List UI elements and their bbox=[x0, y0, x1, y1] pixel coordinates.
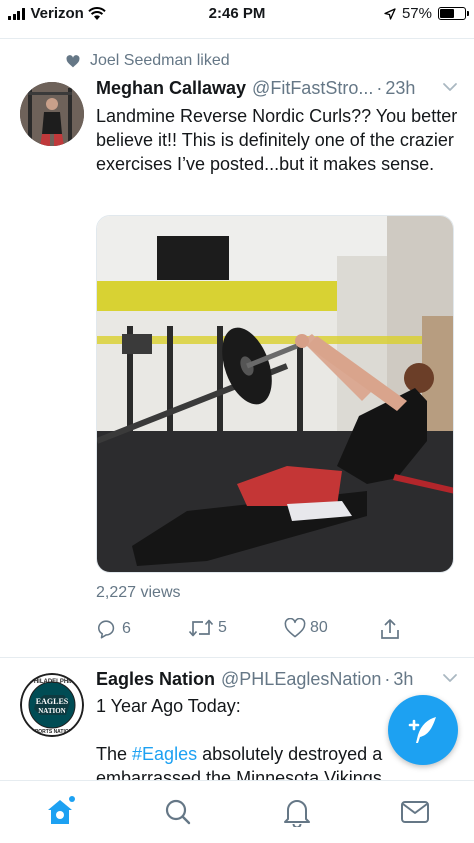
tweet-text: Landmine Reverse Nordic Curls?? You bett… bbox=[96, 106, 458, 174]
share-button[interactable] bbox=[380, 618, 400, 640]
display-name[interactable]: Meghan Callaway bbox=[96, 78, 246, 99]
tweet-media[interactable] bbox=[96, 215, 454, 573]
chevron-down-icon[interactable] bbox=[442, 673, 458, 683]
notifications-icon bbox=[284, 800, 310, 827]
tweet-actions: 6 5 80 bbox=[96, 618, 399, 648]
hashtag-link[interactable]: #Eagles bbox=[132, 744, 197, 764]
avatar[interactable]: PHILADELPHIA EAGLES NATION SPORTS NATION bbox=[20, 673, 84, 737]
tweet-text-line-3: embarrassed the Minnesota Vikings bbox=[96, 768, 382, 780]
like-button[interactable]: 80 bbox=[284, 618, 328, 638]
battery-icon bbox=[438, 7, 469, 20]
tweet-header: Eagles Nation @PHLEaglesNation · 3h bbox=[96, 669, 458, 690]
eagles-nation-logo: PHILADELPHIA EAGLES NATION SPORTS NATION bbox=[20, 673, 84, 737]
separator: · bbox=[384, 669, 391, 689]
divider bbox=[0, 657, 474, 658]
battery-percent: 57% bbox=[401, 5, 432, 22]
text-suffix: absolutely destroyed a bbox=[197, 744, 383, 764]
handle[interactable]: @PHLEaglesNation bbox=[221, 669, 381, 690]
logo-text-middle-1: EAGLES bbox=[36, 697, 69, 706]
search-icon bbox=[165, 799, 191, 825]
chevron-down-icon[interactable] bbox=[442, 82, 458, 92]
compose-button[interactable] bbox=[388, 695, 458, 765]
separator: · bbox=[376, 78, 383, 98]
heart-filled-icon bbox=[66, 54, 80, 67]
heart-icon bbox=[284, 618, 306, 638]
views-count: 2,227 views bbox=[96, 584, 181, 601]
tab-messages[interactable] bbox=[400, 797, 430, 827]
social-context[interactable]: Joel Seedman liked bbox=[66, 52, 230, 70]
tab-home[interactable] bbox=[45, 796, 75, 827]
messages-icon bbox=[401, 801, 429, 823]
status-bar: Verizon 2:46 PM 57% bbox=[0, 0, 474, 28]
logo-text-top: PHILADELPHIA bbox=[30, 679, 75, 685]
retweet-button[interactable]: 5 bbox=[188, 618, 227, 638]
tab-search[interactable] bbox=[163, 797, 193, 827]
retweet-count: 5 bbox=[218, 619, 227, 636]
reply-button[interactable]: 6 bbox=[96, 618, 131, 640]
timestamp: 23h bbox=[385, 78, 416, 98]
reply-count: 6 bbox=[122, 620, 131, 637]
share-icon bbox=[381, 619, 399, 639]
timestamp: 3h bbox=[393, 669, 414, 689]
divider bbox=[0, 38, 474, 39]
avatar-image bbox=[20, 82, 84, 146]
battery-fill bbox=[440, 9, 454, 18]
handle[interactable]: @FitFastStro... bbox=[252, 78, 373, 99]
tweet-header: Meghan Callaway @FitFastStro... · 23h bbox=[96, 78, 458, 99]
retweet-icon bbox=[188, 619, 214, 637]
logo-text-bottom: SPORTS NATION bbox=[32, 729, 73, 735]
tab-notifications[interactable] bbox=[282, 797, 312, 827]
logo-text-middle-2: NATION bbox=[38, 707, 65, 715]
compose-feather-icon bbox=[408, 717, 436, 743]
location-arrow-icon bbox=[384, 7, 396, 20]
status-right: 57% bbox=[384, 5, 469, 22]
reply-icon bbox=[97, 620, 115, 639]
tab-bar bbox=[0, 780, 474, 843]
avatar[interactable] bbox=[20, 82, 84, 146]
like-count: 80 bbox=[310, 619, 328, 636]
new-content-dot bbox=[69, 796, 75, 802]
gym-photo bbox=[97, 216, 453, 572]
text-prefix: The bbox=[96, 744, 133, 764]
social-context-label: Joel Seedman liked bbox=[90, 52, 230, 69]
display-name[interactable]: Eagles Nation bbox=[96, 669, 215, 690]
